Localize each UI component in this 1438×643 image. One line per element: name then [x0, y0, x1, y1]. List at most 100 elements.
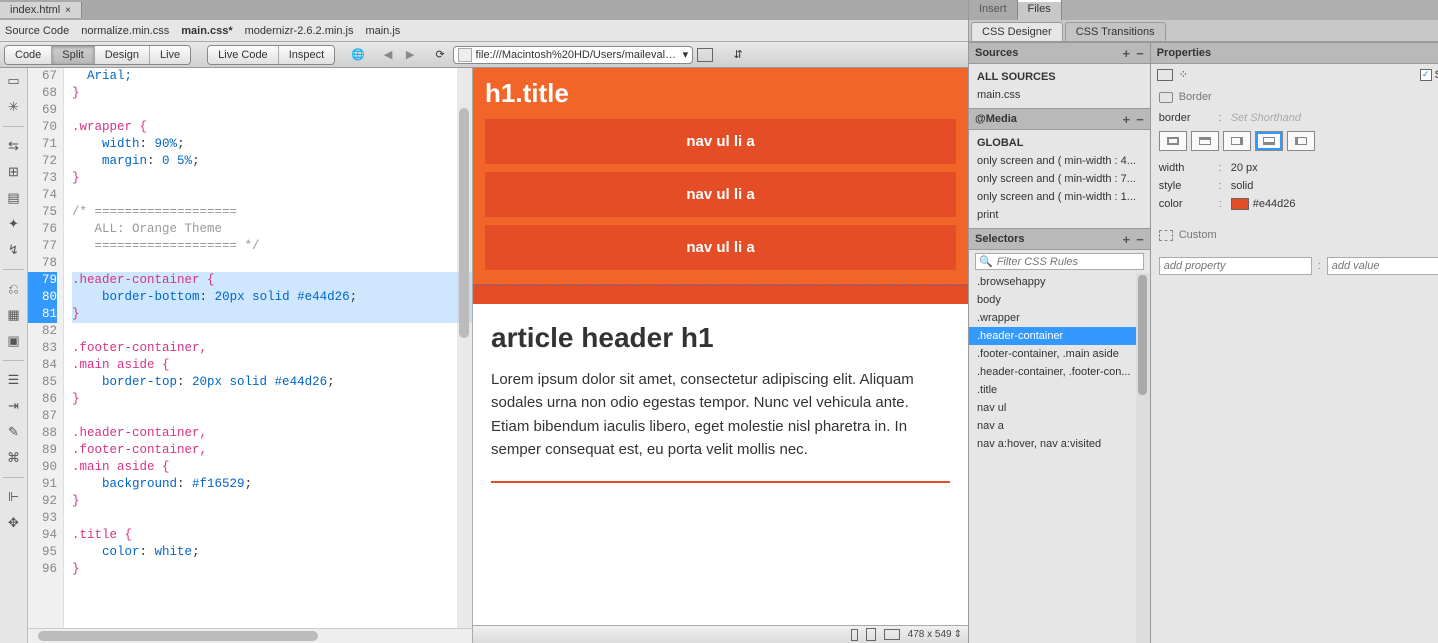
view-mode-group: CodeSplitDesignLive — [4, 45, 191, 65]
selector-item[interactable]: nav a:hover, nav a:visited — [977, 435, 1142, 453]
add-selector-icon[interactable]: + — [1123, 232, 1131, 247]
remove-selector-icon[interactable]: − — [1136, 232, 1144, 247]
view-mode-code[interactable]: Code — [5, 46, 52, 64]
highlight-icon[interactable]: ✦ — [5, 215, 23, 233]
code-pane: 6768697071727374757677787980818283848586… — [28, 68, 473, 643]
preview-nav-item: nav ul li a — [485, 119, 956, 164]
size-stepper-icon[interactable]: ⇕ — [954, 629, 962, 640]
media-item[interactable]: only screen and ( min-width : 1... — [977, 188, 1142, 206]
live-code-button[interactable]: Live Code — [208, 46, 279, 64]
syntax-icon[interactable]: ↯ — [5, 241, 23, 259]
tool-b-icon[interactable]: ✥ — [5, 514, 23, 532]
collapse-icon[interactable]: ✳ — [5, 98, 23, 116]
source-code-label[interactable]: Source Code — [5, 25, 69, 37]
indent-icon[interactable]: ⇥ — [5, 397, 23, 415]
selector-item[interactable]: .header-container, .footer-con... — [977, 363, 1142, 381]
panel-icon-1[interactable] — [697, 48, 713, 62]
preview-article-h1: article header h1 — [491, 322, 950, 354]
property-row-style[interactable]: style:solid — [1151, 177, 1438, 195]
selector-item[interactable]: body — [977, 291, 1142, 309]
add-value-input[interactable] — [1327, 257, 1438, 275]
tool-a-icon[interactable]: ⊩ — [5, 488, 23, 506]
show-set-checkbox[interactable]: ✓ Show Set — [1420, 69, 1438, 81]
nav-forward-icon[interactable]: ▶ — [401, 46, 419, 64]
code-lines[interactable]: Arial;}.wrapper { width: 90%; margin: 0 … — [64, 68, 472, 628]
tab-css-designer[interactable]: CSS Designer — [971, 22, 1063, 41]
border-left[interactable] — [1287, 131, 1315, 151]
source-item[interactable]: ALL SOURCES — [977, 68, 1142, 86]
balance-braces-icon[interactable]: ⊞ — [5, 163, 23, 181]
selector-item[interactable]: nav ul — [977, 399, 1142, 417]
selector-item[interactable]: .wrapper — [977, 309, 1142, 327]
related-file[interactable]: modernizr-2.6.2.min.js — [245, 25, 354, 37]
border-section-label: Border — [1151, 85, 1438, 109]
close-icon[interactable]: × — [65, 5, 71, 16]
border-top[interactable] — [1191, 131, 1219, 151]
address-dropdown[interactable]: file:///Macintosh%20HD/Users/mailevalent… — [453, 46, 693, 64]
selector-item[interactable]: .title — [977, 381, 1142, 399]
wrap-tag-icon[interactable]: ▦ — [5, 306, 23, 324]
add-property-input[interactable] — [1159, 257, 1312, 275]
move-css-icon[interactable]: ☰ — [5, 371, 23, 389]
selectors-scrollbar[interactable] — [1136, 273, 1150, 643]
selector-item[interactable]: .browsehappy — [977, 273, 1142, 291]
sources-list: ALL SOURCESmain.css — [969, 64, 1150, 108]
related-file[interactable]: main.css* — [181, 25, 232, 37]
tab-css-transitions[interactable]: CSS Transitions — [1065, 22, 1166, 41]
properties-column: Properties + ⁘ ✓ Show Set Border border … — [1151, 42, 1438, 643]
remove-source-icon[interactable]: − — [1136, 46, 1144, 61]
source-item[interactable]: main.css — [977, 86, 1142, 104]
select-parent-icon[interactable]: ⇆ — [5, 137, 23, 155]
border-shorthand-row[interactable]: border : Set Shorthand — [1151, 109, 1438, 127]
remove-media-icon[interactable]: − — [1136, 112, 1144, 127]
layout-category-icon[interactable] — [1157, 69, 1173, 81]
inspect-button[interactable]: Inspect — [279, 46, 334, 64]
phone-icon[interactable] — [851, 629, 858, 641]
selector-item[interactable]: .header-container — [969, 327, 1150, 345]
border-all[interactable] — [1159, 131, 1187, 151]
nav-back-icon[interactable]: ◀ — [379, 46, 397, 64]
download-icon[interactable]: ⇵ — [729, 46, 747, 64]
preview-divider — [491, 481, 950, 483]
related-file[interactable]: main.js — [365, 25, 400, 37]
selector-filter-input[interactable] — [997, 256, 1140, 268]
property-row-color[interactable]: color:#e44d26 — [1151, 195, 1438, 213]
media-item[interactable]: only screen and ( min-width : 4... — [977, 152, 1142, 170]
viewport-size[interactable]: 478 x 549 ⇕ — [908, 629, 962, 640]
apply-comment-icon[interactable]: ⎌ — [5, 280, 23, 298]
media-item[interactable]: GLOBAL — [977, 134, 1142, 152]
code-editor[interactable]: 6768697071727374757677787980818283848586… — [28, 68, 472, 628]
view-mode-design[interactable]: Design — [95, 46, 150, 64]
property-row-width[interactable]: width:20 px — [1151, 159, 1438, 177]
more-category-icon[interactable]: ⁘ — [1179, 68, 1189, 81]
globe-icon[interactable]: 🌐 — [349, 46, 367, 64]
tab-insert[interactable]: Insert — [969, 0, 1018, 20]
view-mode-live[interactable]: Live — [150, 46, 190, 64]
file-tab[interactable]: index.html × — [0, 2, 82, 18]
add-source-icon[interactable]: + — [1123, 46, 1131, 61]
refresh-icon[interactable]: ⟳ — [431, 46, 449, 64]
outdent-icon[interactable]: ✎ — [5, 423, 23, 441]
tablet-icon[interactable] — [866, 628, 876, 641]
line-numbers-icon[interactable]: ▤ — [5, 189, 23, 207]
view-mode-split[interactable]: Split — [52, 46, 94, 64]
add-media-icon[interactable]: + — [1123, 112, 1131, 127]
selector-filter[interactable]: 🔍 — [975, 253, 1144, 270]
border-bottom[interactable] — [1255, 131, 1283, 151]
media-item[interactable]: only screen and ( min-width : 7... — [977, 170, 1142, 188]
open-docs-icon[interactable]: ▭ — [5, 72, 23, 90]
selectors-header: Selectors +− — [969, 228, 1150, 250]
horizontal-scrollbar[interactable] — [28, 628, 472, 643]
preview-viewport[interactable]: h1.title nav ul li a nav ul li a nav ul … — [473, 68, 968, 625]
desktop-icon[interactable] — [884, 629, 900, 640]
chevron-down-icon: ▾ — [683, 48, 689, 61]
border-right[interactable] — [1223, 131, 1251, 151]
selector-item[interactable]: .footer-container, .main aside — [977, 345, 1142, 363]
selector-item[interactable]: nav a — [977, 417, 1142, 435]
tab-files[interactable]: Files — [1018, 0, 1062, 20]
related-file[interactable]: normalize.min.css — [81, 25, 169, 37]
recent-snippets-icon[interactable]: ▣ — [5, 332, 23, 350]
format-icon[interactable]: ⌘ — [5, 449, 23, 467]
vertical-scrollbar[interactable] — [457, 68, 472, 628]
media-item[interactable]: print — [977, 206, 1142, 224]
